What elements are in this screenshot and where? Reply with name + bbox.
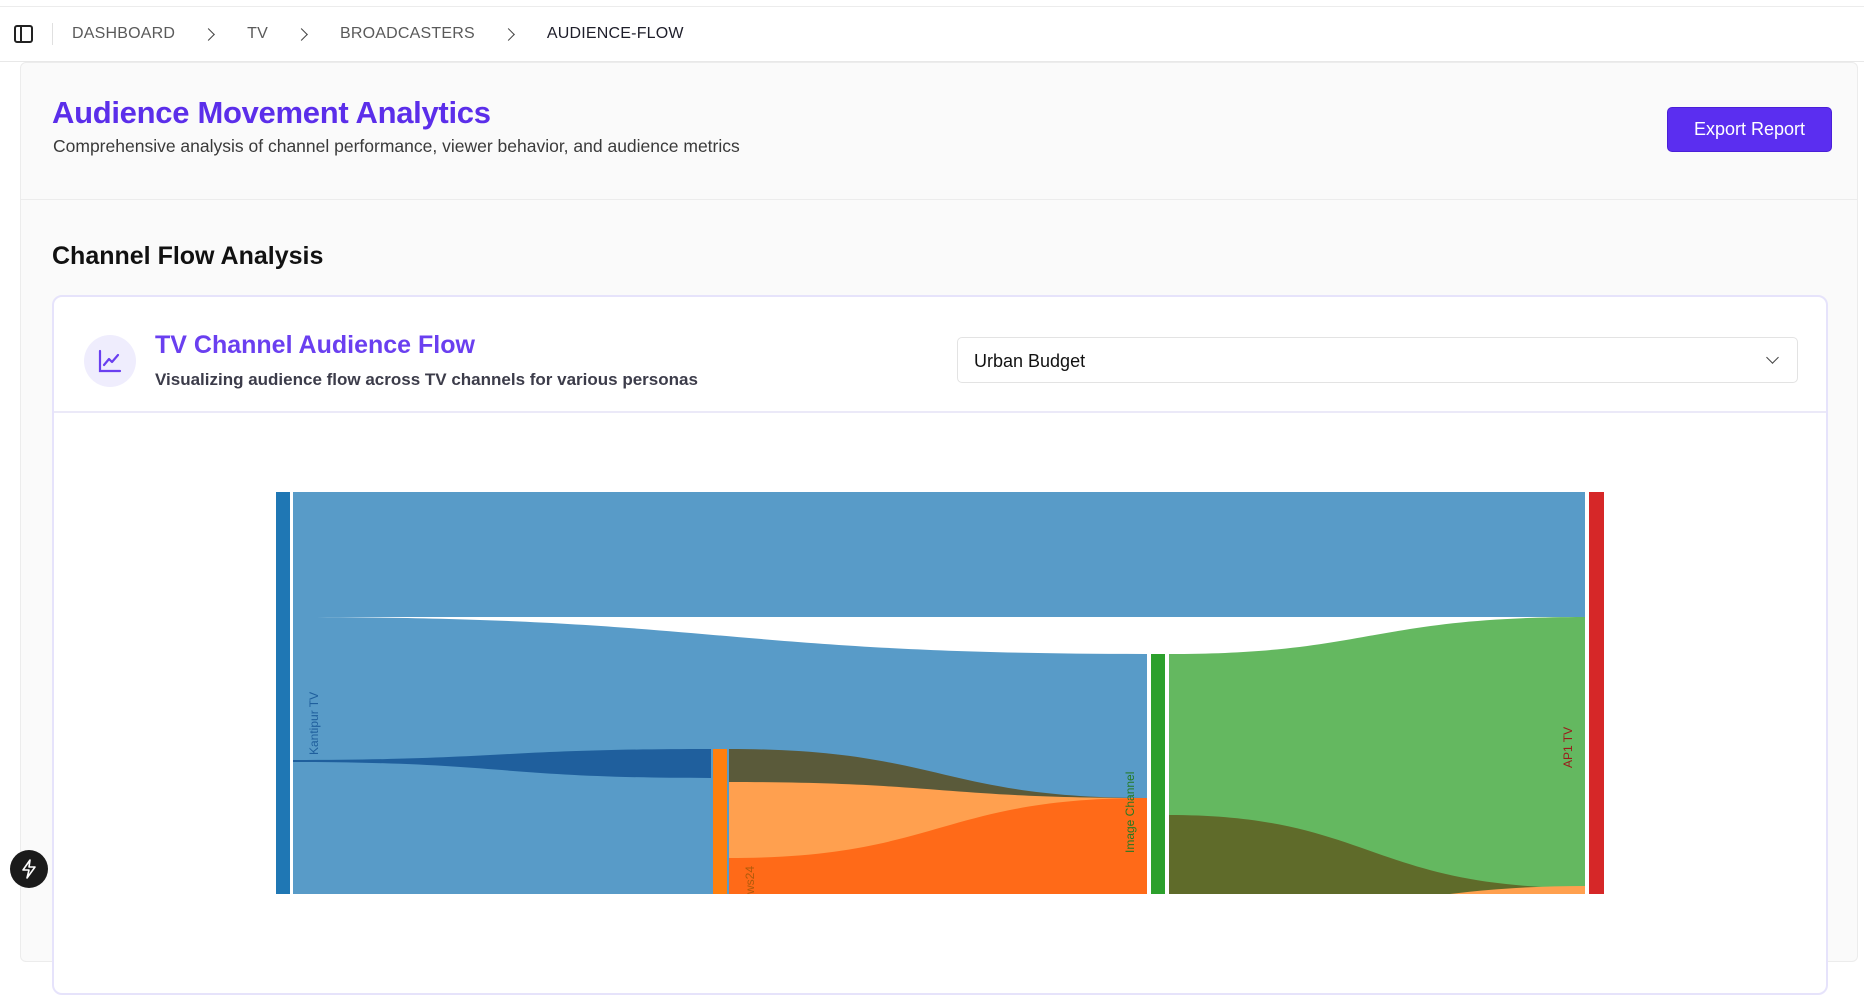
node-image-channel [1151,654,1165,894]
label-ap1-tv: AP1 TV [1561,727,1575,768]
node-kantipur-tv [276,492,290,894]
node-ap1-tv [1589,492,1604,894]
sankey-chart: Kantipur TV ws24 Image Channel AP1 TV [276,492,1604,894]
sankey-links [293,492,1585,894]
link-kantipur-ap1 [293,492,1585,617]
lightning-icon [22,859,36,879]
label-image-channel: Image Channel [1123,772,1137,853]
label-news24: ws24 [743,866,757,894]
label-kantipur-tv: Kantipur TV [307,692,321,755]
quick-action-button[interactable] [10,850,48,888]
node-news24 [713,749,727,894]
